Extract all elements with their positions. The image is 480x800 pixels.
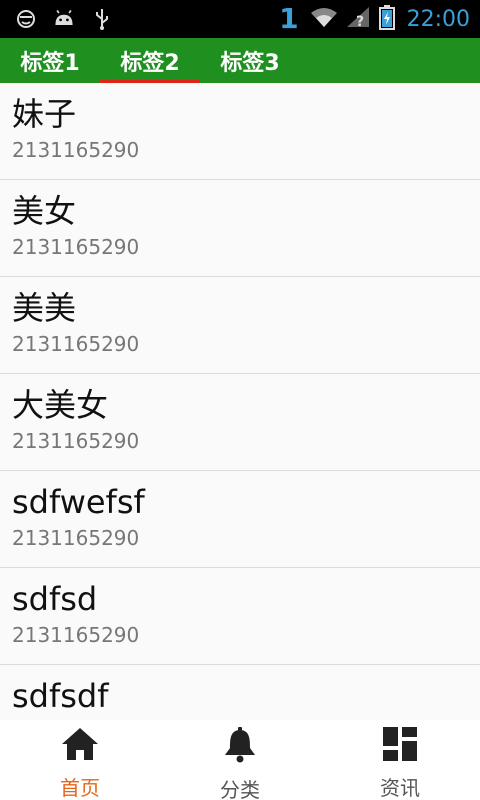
item-subtitle: 2131165290 [12,138,140,163]
usb-icon [90,7,114,31]
list-item[interactable]: 妹子 2131165290 [0,83,480,180]
item-title: 美女 [12,192,77,230]
battery-icon [378,4,395,34]
wifi-icon [309,5,339,33]
svg-text:?: ? [356,14,364,29]
smiley-icon [14,7,38,31]
list-item[interactable]: sdfsdf 2131165290 [0,665,480,720]
home-icon [60,726,100,762]
tab-1[interactable]: 标签1 [0,38,100,83]
list-item[interactable]: sdfwefsf 2131165290 [0,471,480,568]
dashboard-icon [380,726,420,762]
item-title: sdfwefsf [12,483,145,521]
sim-indicator: 1 [279,2,299,35]
tab-3[interactable]: 标签3 [200,38,300,83]
status-time: 22:00 [406,6,470,32]
status-right-icons: 1 ? 22:00 [279,4,480,34]
list-item[interactable]: 美女 2131165290 [0,180,480,277]
list-item[interactable]: 大美女 2131165290 [0,374,480,471]
item-subtitle: 2131165290 [12,526,140,551]
bell-icon [220,726,260,764]
item-subtitle: 2131165290 [12,623,140,648]
tab-bar: 标签1 标签2 标签3 [0,38,480,83]
status-bar: 1 ? 22:00 [0,0,480,38]
nav-category[interactable]: 分类 [160,720,320,800]
item-title: 大美女 [12,386,109,424]
item-list[interactable]: 妹子 2131165290 美女 2131165290 美美 213116529… [0,83,480,720]
item-title: sdfsdf [12,677,109,715]
bottom-nav: 首页 分类 资讯 [0,720,480,800]
nav-home-label: 首页 [60,776,100,800]
item-title: 美美 [12,289,77,327]
nav-category-label: 分类 [220,778,260,800]
item-subtitle: 2131165290 [12,332,140,357]
item-title: sdfsd [12,580,98,618]
signal-icon: ? [345,5,373,33]
status-left-icons [0,7,114,31]
list-item[interactable]: sdfsd 2131165290 [0,568,480,665]
android-icon [52,7,76,31]
item-subtitle: 2131165290 [12,429,140,454]
nav-news-label: 资讯 [380,776,420,800]
item-subtitle: 2131165290 [12,235,140,260]
tab-2[interactable]: 标签2 [100,38,200,83]
nav-home[interactable]: 首页 [0,720,160,800]
list-item[interactable]: 美美 2131165290 [0,277,480,374]
nav-news[interactable]: 资讯 [320,720,480,800]
item-title: 妹子 [12,95,77,133]
